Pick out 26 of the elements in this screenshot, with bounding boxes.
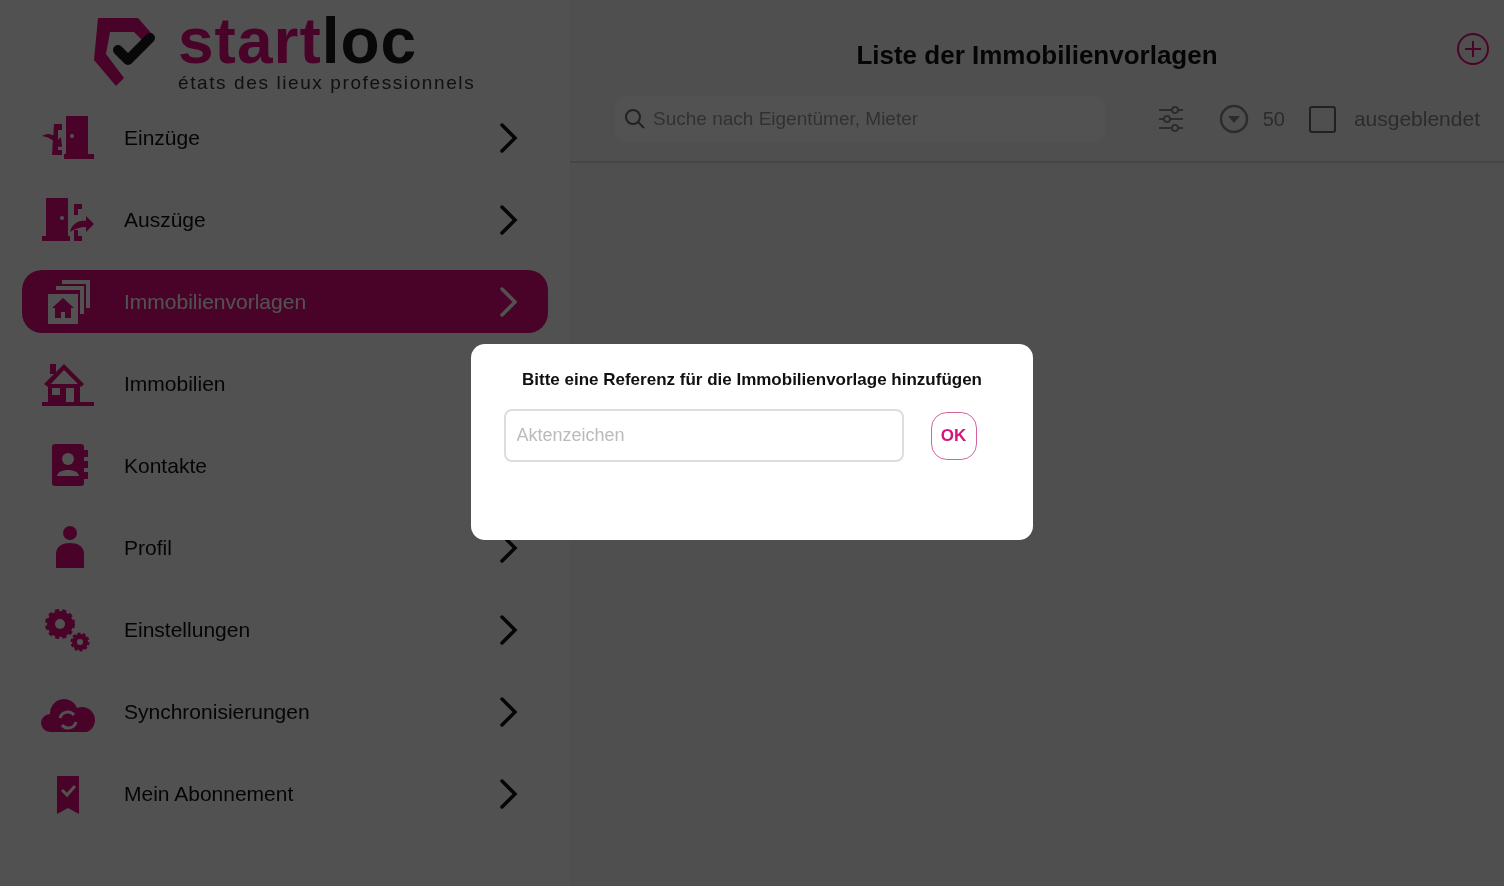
chevron-right-icon [498,121,518,154]
search-icon [624,108,646,130]
chevron-right-icon [498,777,518,810]
dropdown-button[interactable] [1218,104,1249,134]
menu-item[interactable]: Synchronisierungen [124,699,498,724]
menu-item[interactable]: Immobilienvorlagen [22,270,548,333]
page-title: Liste der Immobilienvorlagen [856,39,1218,71]
menu-item[interactable]: Einstellungen [124,617,498,642]
chevron-right-icon [498,203,518,236]
door-arrow-icon [40,195,96,244]
menu-item[interactable]: Auszüge [124,207,498,232]
door-arrow-icon [40,113,96,162]
chevron-right-icon [498,613,518,646]
checkbox[interactable] [1308,105,1336,133]
menu-item[interactable]: Profil [124,535,498,560]
menu-item[interactable]: Einzüge [124,125,498,150]
brand-name: startloc [178,12,418,70]
menu-item[interactable]: Mein Abonnement [124,781,498,806]
filter-button[interactable] [1156,106,1185,132]
dialog-message: Bitte eine Referenz für die Immobilienvorlage hinzufügen [522,370,982,390]
reference-input[interactable]: Aktenzeichen [503,409,904,462]
chevron-right-icon [498,285,518,318]
ok-button[interactable]: OK [930,411,977,460]
chevron-right-icon [498,695,518,728]
add-button[interactable] [1456,32,1490,66]
tagline: états des lieux professionnels [178,72,476,94]
